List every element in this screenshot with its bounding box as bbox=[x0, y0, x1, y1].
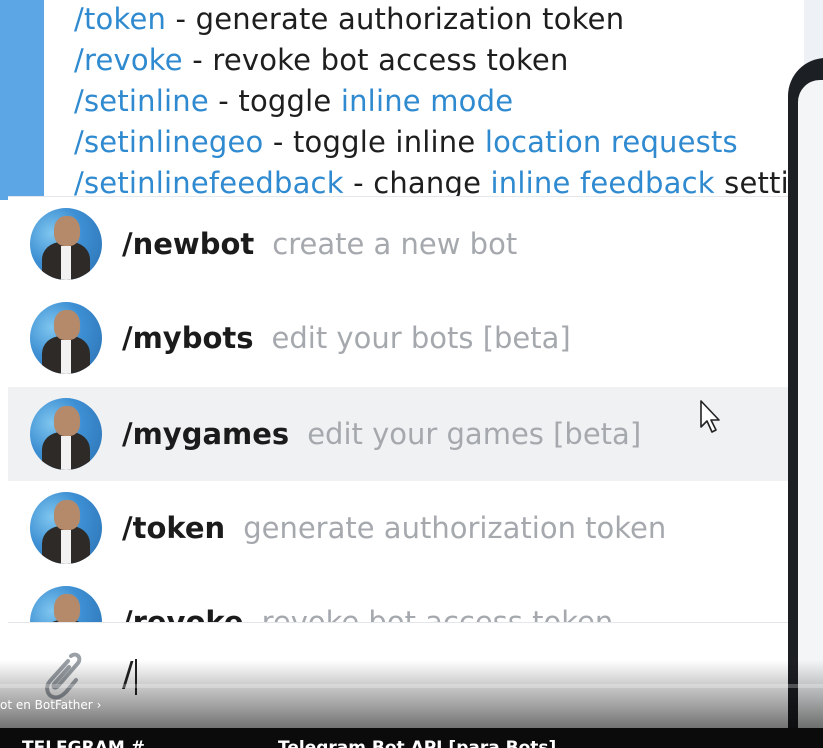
separator: - bbox=[263, 125, 293, 159]
suggestion-command: /newbot bbox=[122, 227, 255, 261]
line-text: toggle inline bbox=[292, 125, 485, 159]
inline-link[interactable]: location requests bbox=[485, 125, 738, 159]
separator: - bbox=[343, 166, 374, 200]
botfather-avatar bbox=[30, 586, 102, 623]
suggestion-description: generate authorization token bbox=[243, 511, 667, 545]
suggestion-text: /mybots edit your bots [beta] bbox=[122, 321, 571, 355]
command-link[interactable]: /setinlinefeedback bbox=[74, 166, 344, 200]
inline-link[interactable]: inline feedback bbox=[491, 166, 715, 200]
message-line: /setinline - toggle inline mode bbox=[74, 84, 513, 118]
separator: - bbox=[166, 2, 196, 36]
channel-link-text: ot en BotFather bbox=[0, 698, 93, 712]
inline-link[interactable]: inline mode bbox=[341, 84, 513, 118]
suggestion-text: /revoke revoke bot access token bbox=[122, 605, 613, 623]
video-title-left: TELEGRAM # bbox=[22, 738, 145, 748]
botfather-avatar bbox=[30, 302, 102, 374]
command-suggestion-row[interactable]: /token generate authorization token bbox=[8, 481, 788, 575]
suggestion-command: /token bbox=[122, 511, 226, 545]
line-text: revoke bot access token bbox=[212, 43, 569, 77]
chevron-right-icon: › bbox=[96, 698, 102, 712]
message-line: /revoke - revoke bot access token bbox=[74, 43, 569, 77]
command-suggestions: /newbot create a new bot /mybots edit your… bbox=[8, 196, 788, 623]
video-title-right: Telegram Bot API [para Bots] bbox=[278, 738, 557, 748]
suggestion-text: /mygames edit your games [beta] bbox=[122, 417, 641, 451]
command-suggestion-row[interactable]: /mygames edit your games [beta] bbox=[8, 387, 788, 481]
message-line: /token - generate authorization token bbox=[74, 2, 624, 36]
command-link[interactable]: /setinline bbox=[74, 84, 209, 118]
separator: - bbox=[182, 43, 213, 77]
separator: - bbox=[208, 84, 239, 118]
message-line: /setinlinefeedback - change inline feedb… bbox=[74, 166, 804, 200]
command-link[interactable]: /token bbox=[74, 2, 166, 36]
suggestion-description: edit your bots [beta] bbox=[271, 321, 571, 355]
suggestion-description: revoke bot access token bbox=[261, 605, 614, 623]
command-link[interactable]: /revoke bbox=[74, 43, 183, 77]
command-link[interactable]: /setinlinegeo bbox=[74, 125, 263, 159]
suggestion-text: /newbot create a new bot bbox=[122, 227, 517, 261]
botfather-avatar bbox=[30, 492, 102, 564]
line-text: toggle bbox=[238, 84, 341, 118]
channel-link[interactable]: ot en BotFather › bbox=[0, 698, 101, 712]
suggestion-command: /revoke bbox=[122, 605, 244, 623]
chat-history: /token - generate authorization token /r… bbox=[0, 0, 823, 200]
phone-screen bbox=[798, 80, 823, 748]
command-suggestion-row[interactable]: /mybots edit your bots [beta] bbox=[8, 291, 788, 385]
suggestion-description: edit your games [beta] bbox=[307, 417, 642, 451]
suggestion-command: /mygames bbox=[122, 417, 290, 451]
mouse-pointer-icon bbox=[700, 400, 720, 433]
botfather-avatar bbox=[30, 208, 102, 280]
command-suggestion-row[interactable]: /revoke revoke bot access token bbox=[8, 575, 788, 623]
botfather-avatar bbox=[30, 398, 102, 470]
video-progress-bar[interactable] bbox=[0, 684, 823, 688]
command-suggestion-row[interactable]: /newbot create a new bot bbox=[8, 197, 788, 291]
line-text: generate authorization token bbox=[195, 2, 625, 36]
line-text: change bbox=[373, 166, 491, 200]
suggestion-command: /mybots bbox=[122, 321, 254, 355]
message-accent-bar bbox=[0, 0, 44, 200]
suggestion-text: /token generate authorization token bbox=[122, 511, 666, 545]
suggestion-description: create a new bot bbox=[272, 227, 518, 261]
message-line: /setinlinegeo - toggle inline location r… bbox=[74, 125, 738, 159]
player-overlay bbox=[0, 660, 823, 728]
bot-message-bubble: /token - generate authorization token /r… bbox=[44, 0, 804, 200]
video-title-bar: TELEGRAM # Telegram Bot API [para Bots] bbox=[0, 728, 823, 748]
